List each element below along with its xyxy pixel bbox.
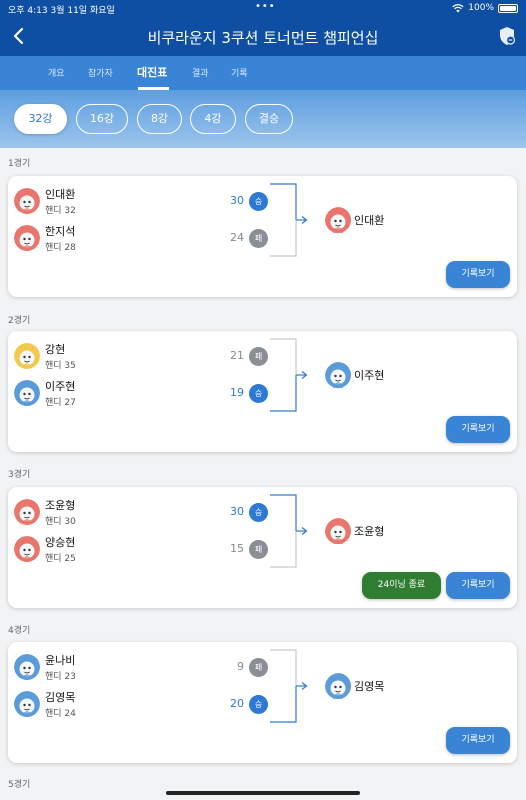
- round-16-button[interactable]: 16강: [76, 104, 128, 134]
- round-selector: 32강 16강 8강 4강 결승: [0, 90, 526, 148]
- lose-badge: 패: [249, 658, 268, 677]
- tab-records[interactable]: 기록: [231, 66, 248, 79]
- player-score: 19: [230, 386, 244, 399]
- winner-name: 조윤형: [354, 525, 385, 538]
- player-name: 강현: [45, 343, 66, 356]
- tab-bar: 개요 참가자 대진표 결과 기록: [0, 56, 526, 90]
- winner-name: 인대환: [354, 214, 385, 227]
- player-name: 윤나비: [45, 654, 76, 667]
- player-name: 이주현: [45, 380, 76, 393]
- round-4-button[interactable]: 4강: [190, 104, 236, 134]
- win-badge: 승: [249, 695, 268, 714]
- view-record-button[interactable]: 기록보기: [446, 261, 510, 288]
- status-bar: 오후 4:13 3월 11일 화요일 ••• 100%: [0, 0, 526, 18]
- app-header: 비쿠라운지 3쿠션 토너먼트 챔피언십: [0, 18, 526, 56]
- view-record-button[interactable]: 기록보기: [446, 416, 510, 443]
- player-score: 21: [230, 349, 244, 362]
- tab-results[interactable]: 결과: [192, 66, 209, 79]
- player-handicap: 핸디 30: [45, 517, 76, 527]
- winner-avatar: [325, 362, 353, 390]
- bracket-lines: [270, 183, 308, 257]
- tab-bracket[interactable]: 대진표: [137, 64, 167, 80]
- match-card: 인대환 핸디 32 30 승 한지석 핸디 28 24 패 인대환 기록보기: [8, 176, 517, 297]
- player-name: 인대환: [45, 188, 76, 201]
- tab-participants[interactable]: 참가자: [88, 66, 113, 79]
- home-indicator: [166, 791, 360, 795]
- player-score: 20: [230, 697, 244, 710]
- player-handicap: 핸디 25: [45, 554, 76, 564]
- lose-badge: 패: [249, 229, 268, 248]
- player-avatar: [14, 536, 40, 562]
- tab-overview[interactable]: 개요: [48, 66, 65, 79]
- player-avatar: [14, 225, 40, 251]
- lose-badge: 패: [249, 540, 268, 559]
- bracket-lines: [270, 338, 308, 412]
- battery-percent: 100%: [468, 3, 494, 13]
- view-record-button[interactable]: 기록보기: [446, 727, 510, 754]
- player-avatar: [14, 499, 40, 525]
- round-32-button[interactable]: 32강: [14, 104, 67, 134]
- winner-name: 김영목: [354, 680, 385, 693]
- player-handicap: 핸디 24: [45, 709, 76, 719]
- player-score: 30: [230, 505, 244, 518]
- status-indicators: 100%: [452, 3, 518, 13]
- bracket-lines: [270, 494, 308, 568]
- multitasking-dots[interactable]: •••: [255, 1, 276, 12]
- player-name: 양승현: [45, 536, 76, 549]
- match-card: 강현핸디 35 21 패이주현핸디 27 19 승 이주현기록보기: [8, 331, 517, 452]
- wifi-icon: [452, 3, 464, 12]
- match-label: 4경기: [8, 626, 31, 636]
- player-score: 24: [230, 231, 244, 244]
- match-label: 1경기: [8, 159, 31, 169]
- winner-avatar: [325, 673, 353, 701]
- player-handicap: 핸디 28: [45, 243, 76, 253]
- player-score: 15: [230, 542, 244, 555]
- player-name: 조윤형: [45, 499, 76, 512]
- player-handicap: 핸디 27: [45, 398, 76, 408]
- view-record-button[interactable]: 기록보기: [446, 572, 510, 599]
- winner-avatar: [325, 207, 353, 235]
- player-avatar: [14, 343, 40, 369]
- match-card: 윤나비핸디 23 9 패김영목핸디 24 20 승 김영목기록보기: [8, 642, 517, 763]
- inning-status-button[interactable]: 24이닝 종료: [362, 572, 441, 599]
- page-title: 비쿠라운지 3쿠션 토너먼트 챔피언십: [147, 29, 379, 47]
- player-score: 30: [230, 194, 244, 207]
- player-avatar: [14, 380, 40, 406]
- player-avatar: [14, 654, 40, 680]
- player-avatar: [14, 188, 40, 214]
- player-name: 김영목: [45, 691, 76, 704]
- match-label: 5경기: [8, 780, 31, 790]
- battery-icon: [498, 3, 518, 13]
- bracket-lines: [270, 649, 308, 723]
- shield-icon[interactable]: [498, 26, 516, 46]
- win-badge: 승: [249, 192, 268, 211]
- match-label: 3경기: [8, 470, 31, 480]
- lose-badge: 패: [249, 347, 268, 366]
- player-avatar: [14, 691, 40, 717]
- win-badge: 승: [249, 384, 268, 403]
- winner-name: 이주현: [354, 369, 385, 382]
- player-name: 한지석: [45, 225, 76, 238]
- match-label: 2경기: [8, 316, 31, 326]
- player-handicap: 핸디 23: [45, 672, 76, 682]
- winner-avatar: [325, 518, 353, 546]
- player-handicap: 핸디 35: [45, 361, 76, 371]
- match-card: 조윤형 핸디 30 30 승 양승현 핸디 25 15 패 조윤형 24이닝 종료 기록보기: [8, 487, 517, 608]
- round-final-button[interactable]: 결승: [245, 104, 293, 134]
- player-handicap: 핸디 32: [45, 206, 76, 216]
- status-time-date: 오후 4:13 3월 11일 화요일: [8, 6, 115, 16]
- player-score: 9: [237, 660, 244, 673]
- win-badge: 승: [249, 503, 268, 522]
- round-8-button[interactable]: 8강: [137, 104, 182, 134]
